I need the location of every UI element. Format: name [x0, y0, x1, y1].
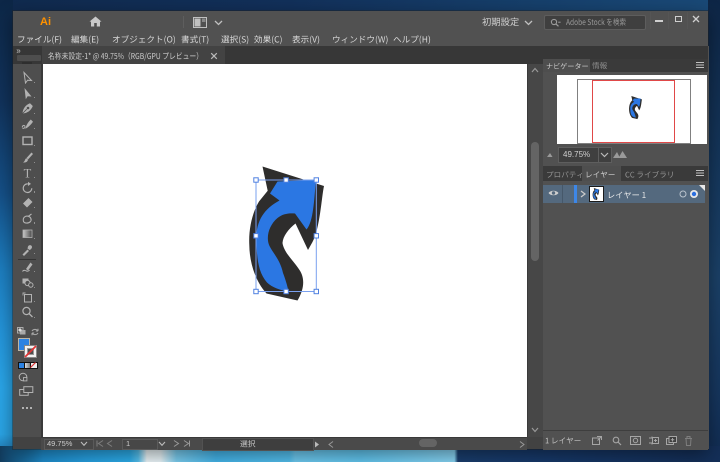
svg-text:T: T: [23, 166, 31, 179]
